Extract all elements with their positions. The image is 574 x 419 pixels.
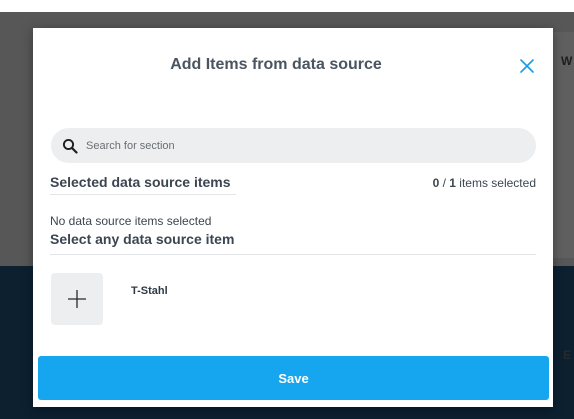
select-items-heading: Select any data source item bbox=[50, 231, 235, 247]
selection-count: 0 / 1 items selected bbox=[433, 176, 536, 190]
selected-heading-underline bbox=[50, 194, 236, 195]
background-top-bar bbox=[0, 0, 574, 12]
count-separator: / bbox=[439, 176, 450, 190]
search-input[interactable] bbox=[86, 139, 506, 152]
save-button[interactable]: Save bbox=[38, 356, 549, 400]
selected-items-heading: Selected data source items bbox=[50, 174, 231, 190]
background-text-fragment: E bbox=[563, 348, 572, 362]
close-button[interactable] bbox=[515, 54, 539, 78]
empty-selection-message: No data source items selected bbox=[50, 214, 212, 228]
data-source-item-label[interactable]: T-Stahl bbox=[131, 285, 168, 297]
total-count-value: 1 bbox=[449, 176, 456, 190]
count-suffix: items selected bbox=[455, 176, 536, 190]
section-divider bbox=[50, 254, 536, 255]
plus-icon bbox=[68, 290, 86, 308]
add-items-dialog: Add Items from data source Selected data… bbox=[33, 28, 553, 407]
add-item-button[interactable] bbox=[51, 273, 103, 325]
dialog-title: Add Items from data source bbox=[170, 56, 382, 73]
search-icon bbox=[62, 138, 78, 154]
close-icon bbox=[520, 59, 534, 73]
search-box bbox=[51, 128, 536, 163]
background-heading-fragment: W bbox=[561, 54, 573, 68]
